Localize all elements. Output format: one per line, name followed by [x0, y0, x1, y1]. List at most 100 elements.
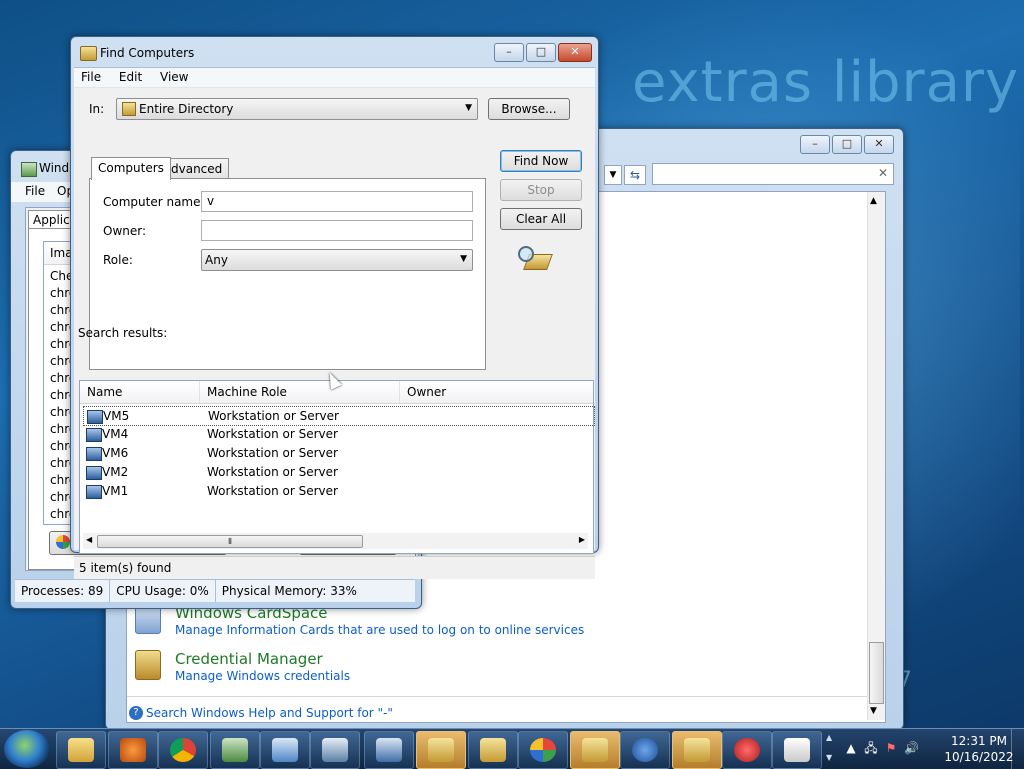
computers-tab-panel: Computer name: v Owner: Role: Any ▼ — [89, 178, 486, 370]
result-role: Workstation or Server — [207, 446, 338, 460]
tm-menu-file[interactable]: File — [25, 184, 45, 198]
horizontal-scroll-thumb[interactable]: ⦀ — [97, 535, 363, 548]
network-icon[interactable]: 🖧 — [864, 741, 878, 755]
chevron-down-icon: ▼ — [460, 254, 467, 264]
menu-edit[interactable]: Edit — [112, 68, 149, 84]
owner-field[interactable] — [201, 220, 473, 241]
table-row[interactable]: VM2 Workstation or Server — [83, 463, 593, 481]
system-tray: ▲ 🖧 ⚑ 🔊 12:31 PM 10/16/2022 — [834, 729, 1024, 769]
maximize-button[interactable]: □ — [526, 43, 556, 62]
role-dropdown[interactable]: Any ▼ — [201, 249, 473, 271]
taskbar-button-find-computers-4[interactable] — [672, 731, 722, 769]
column-machine-role[interactable]: Machine Role — [207, 385, 287, 399]
refresh-icon[interactable]: ⇆ — [624, 165, 646, 185]
tab-computers[interactable]: Computers — [91, 157, 171, 180]
taskbar-button-find-computers-3[interactable] — [570, 731, 620, 769]
result-name: VM1 — [102, 484, 129, 498]
browse-button[interactable]: Browse... — [488, 98, 570, 120]
in-label: In: — [89, 102, 105, 116]
cp-vertical-scrollbar[interactable]: ▲ ▼ — [867, 192, 885, 720]
task-manager-title: Wind — [39, 161, 70, 175]
clock[interactable]: 12:31 PM 10/16/2022 — [944, 733, 1014, 765]
close-button[interactable]: ✕ — [558, 43, 592, 62]
scroll-left-icon[interactable]: ◀ — [86, 535, 92, 544]
tm-physical-memory: Physical Memory: 33% — [221, 584, 357, 598]
taskbar-button-media-center[interactable] — [108, 731, 158, 769]
cp-search-input[interactable]: ✕ — [652, 163, 894, 185]
credential-manager-title[interactable]: Credential Manager — [175, 650, 323, 668]
clock-date: 10/16/2022 — [944, 750, 1014, 764]
divider — [127, 696, 867, 697]
show-desktop-button[interactable] — [1011, 729, 1024, 769]
cp-maximize-button[interactable]: □ — [832, 135, 862, 154]
show-hidden-icons[interactable]: ▲ — [844, 741, 858, 755]
desktop-brand-text: extras library — [632, 50, 1020, 115]
media-center-icon — [120, 738, 146, 762]
cp-minimize-button[interactable]: – — [800, 135, 830, 154]
volume-icon[interactable]: 🔊 — [904, 741, 919, 755]
taskbar: ▲ ▼ ▲ 🖧 ⚑ 🔊 12:31 PM 10/16/2022 — [0, 728, 1024, 769]
cp-scroll-thumb[interactable] — [869, 642, 884, 704]
clear-all-button[interactable]: Clear All — [500, 208, 582, 230]
scroll-right-icon[interactable]: ▶ — [579, 535, 585, 544]
result-name: VM2 — [102, 465, 129, 479]
directory-icon — [122, 102, 136, 116]
taskbar-button-task-manager[interactable] — [210, 731, 260, 769]
taskbar-button-windows-logo[interactable] — [518, 731, 568, 769]
horizontal-scrollbar[interactable]: ◀ ⦀ ▶ — [83, 533, 588, 549]
stop-button[interactable]: Stop — [500, 179, 582, 201]
taskbar-button-find-computers-1[interactable] — [416, 731, 466, 769]
clear-search-icon[interactable]: ✕ — [878, 166, 888, 180]
taskbar-button-hearts[interactable] — [722, 731, 772, 769]
computer-icon — [86, 466, 102, 480]
action-center-icon[interactable]: ⚑ — [884, 741, 898, 755]
table-row[interactable]: VM4 Workstation or Server — [83, 425, 593, 443]
minimize-button[interactable]: – — [494, 43, 524, 62]
menu-view[interactable]: View — [153, 68, 195, 84]
find-now-button[interactable]: Find Now — [500, 150, 582, 172]
result-role: Workstation or Server — [207, 465, 338, 479]
solitaire-icon — [784, 738, 810, 762]
control-panel-icon — [272, 738, 298, 762]
taskbar-button-solitaire[interactable] — [772, 731, 822, 769]
column-owner[interactable]: Owner — [407, 385, 446, 399]
taskbar-button-control-panel[interactable] — [260, 731, 310, 769]
tm-cpu-usage: CPU Usage: 0% — [110, 580, 216, 602]
cp-address-dropdown[interactable]: ▼ — [604, 165, 622, 185]
credential-manager-icon — [135, 650, 161, 680]
taskbar-button-drive[interactable] — [364, 731, 414, 769]
cp-close-button[interactable]: ✕ — [864, 135, 894, 154]
in-dropdown[interactable]: Entire Directory ▼ — [116, 98, 478, 120]
find-computers-icon — [480, 738, 506, 762]
chevron-down-icon: ▼ — [465, 103, 472, 113]
taskbar-button-find-computers-2[interactable] — [468, 731, 518, 769]
column-name[interactable]: Name — [87, 385, 122, 399]
shield-icon — [56, 535, 70, 549]
results-list[interactable]: Name Machine Role Owner VM5 Workstation o… — [79, 380, 595, 554]
result-role: Workstation or Server — [207, 427, 338, 441]
computer-name-field[interactable]: v — [201, 191, 473, 212]
taskbar-button-chrome[interactable] — [158, 731, 208, 769]
find-computers-icon — [80, 46, 97, 61]
taskbar-button-windows-explorer[interactable] — [56, 731, 106, 769]
result-name: VM4 — [102, 427, 129, 441]
result-name: VM5 — [103, 409, 130, 423]
computer-icon — [87, 410, 103, 424]
help-icon: ? — [129, 706, 143, 720]
find-computers-icon — [684, 738, 710, 762]
cardspace-desc[interactable]: Manage Information Cards that are used t… — [175, 623, 584, 637]
table-row[interactable]: VM6 Workstation or Server — [83, 444, 593, 462]
start-button[interactable] — [4, 730, 50, 768]
table-row[interactable]: VM1 Workstation or Server — [83, 482, 593, 500]
find-computers-icon — [428, 738, 454, 762]
taskbar-button-help[interactable] — [620, 731, 670, 769]
menu-file[interactable]: File — [74, 68, 108, 84]
computer-icon — [86, 485, 102, 499]
table-row[interactable]: VM5 Workstation or Server — [83, 406, 595, 426]
remote-desktop-icon — [322, 738, 348, 762]
help-search-link[interactable]: Search Windows Help and Support for "-" — [146, 706, 393, 720]
role-dropdown-value: Any — [205, 253, 228, 267]
find-computers-window[interactable]: Find Computers – □ ✕ File Edit View In: … — [70, 36, 599, 579]
credential-manager-desc[interactable]: Manage Windows credentials — [175, 669, 350, 683]
taskbar-button-remote-desktop[interactable] — [310, 731, 360, 769]
